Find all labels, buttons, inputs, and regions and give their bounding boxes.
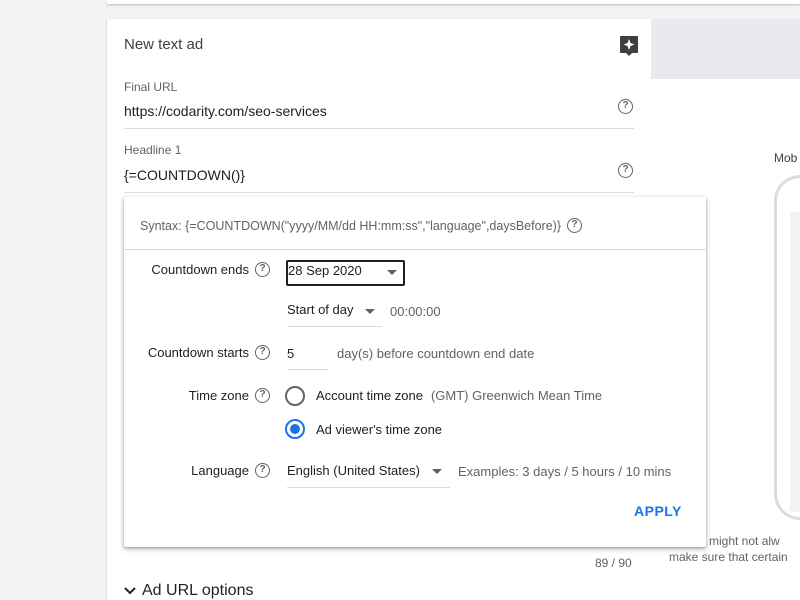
countdown-end-date: 28 Sep 2020 [288,263,362,278]
previous-card [107,0,800,4]
account-time-zone-detail: (GMT) Greenwich Mean Time [430,388,603,403]
chevron-down-icon [124,587,136,595]
final-url-label: Final URL [124,80,178,94]
countdown-ends-text: Countdown ends [151,262,249,277]
time-of-day-value: Start of day [287,302,354,317]
syntax-hint: Syntax: {=COUNTDOWN("yyyy/MM/dd HH:mm:ss… [140,218,582,233]
time-zone-label: Time zone ? [189,388,270,403]
ad-viewer-time-zone-label: Ad viewer's time zone [316,422,443,437]
language-label: Language ? [191,463,270,478]
ad-viewer-time-zone-option[interactable]: Ad viewer's time zone [316,422,442,437]
account-time-zone-label: Account time zone [316,388,423,403]
countdown-ends-label: Countdown ends ? [151,262,270,277]
char-counter: 89 / 90 [595,556,632,570]
divider [124,249,706,250]
help-icon[interactable]: ? [618,163,633,178]
time-of-day-select[interactable]: Start of day [287,302,382,327]
caret-down-icon [387,270,397,275]
countdown-starts-text: Countdown starts [147,345,249,360]
help-icon[interactable]: ? [255,262,270,277]
magic-icon[interactable] [619,35,639,57]
account-time-zone-option[interactable]: Account time zone (GMT) Greenwich Mean Ti… [316,388,602,403]
language-value: English (United States) [287,463,420,478]
countdown-popup: Syntax: {=COUNTDOWN("yyyy/MM/dd HH:mm:ss… [124,197,706,547]
ad-url-options-toggle[interactable]: Ad URL options [124,582,253,600]
time-zone-text: Time zone [188,388,249,403]
days-before-value: 5 [287,346,295,361]
help-icon[interactable]: ? [255,345,270,360]
language-select[interactable]: English (United States) [287,463,450,488]
apply-button[interactable]: APPLY [634,503,682,519]
preview-header [651,19,800,79]
phone-screen [790,212,800,512]
account-time-zone-radio[interactable] [285,386,305,406]
caret-down-icon [365,309,375,314]
days-before-suffix: day(s) before countdown end date [337,346,535,361]
help-icon[interactable]: ? [618,99,633,114]
syntax-text: Syntax: {=COUNTDOWN("yyyy/MM/dd HH:mm:ss… [140,218,561,233]
language-text: Language [191,463,249,478]
card-title: New text ad [124,36,204,53]
language-examples: Examples: 3 days / 5 hours / 10 mins [458,464,672,479]
help-icon[interactable]: ? [255,463,270,478]
headline-1-field[interactable]: Headline 1 {=COUNTDOWN()} ? [124,141,634,193]
help-icon[interactable]: ? [255,388,270,403]
countdown-starts-label: Countdown starts ? [148,345,270,360]
mobile-preview-label: Mob [774,151,798,165]
headline-1-label: Headline 1 [124,143,182,157]
help-icon[interactable]: ? [567,218,582,233]
ad-viewer-time-zone-radio[interactable] [285,419,305,439]
headline-1-value: {=COUNTDOWN()} [124,167,245,183]
final-url-value: https://codarity.com/seo-services [124,103,327,119]
end-time: 00:00:00 [390,304,441,319]
caret-down-icon [432,469,442,474]
preview-note-line-2: make sure that certain [669,550,788,564]
days-before-input[interactable]: 5 [287,343,328,370]
final-url-field[interactable]: Final URL https://codarity.com/seo-servi… [124,77,634,129]
ad-url-options-label: Ad URL options [142,582,254,599]
